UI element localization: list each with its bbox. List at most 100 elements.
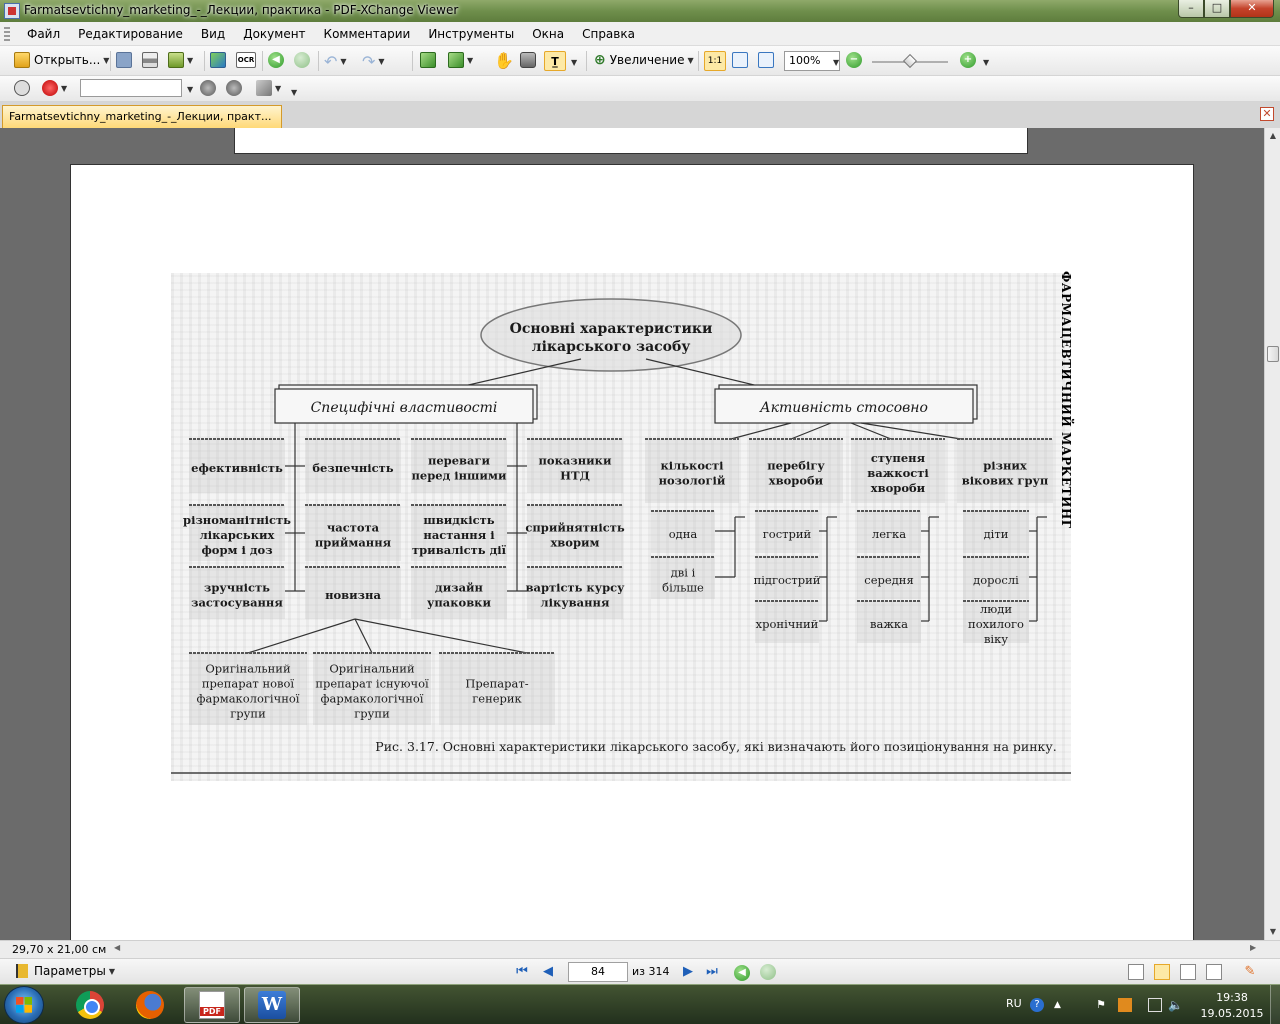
start-button[interactable]: [4, 986, 44, 1024]
search-input[interactable]: [80, 79, 182, 97]
chevron-down-icon: ▼: [833, 58, 840, 67]
first-page-button[interactable]: ⏮: [514, 964, 530, 980]
scrollbar-thumb[interactable]: [1267, 346, 1279, 362]
continuous-view-button[interactable]: [1154, 964, 1170, 980]
stamp-button[interactable]: ▼: [42, 80, 67, 96]
zoom-slider-thumb[interactable]: [902, 53, 918, 69]
export-button[interactable]: [210, 52, 226, 68]
open-button[interactable]: Открыть... ▼: [14, 52, 109, 68]
select-text-button[interactable]: T̲: [544, 51, 566, 71]
menu-windows[interactable]: Окна: [523, 27, 573, 41]
tray-expand-icon[interactable]: ▲: [1054, 998, 1068, 1012]
zoom-out-button[interactable]: −: [846, 52, 862, 68]
taskbar-word[interactable]: W: [244, 987, 300, 1023]
highlight-button[interactable]: ▼: [256, 80, 281, 96]
zoom-in-button[interactable]: +: [960, 52, 976, 68]
menu-tools[interactable]: Инструменты: [419, 27, 523, 41]
tools-more-button[interactable]: ▼: [568, 58, 577, 67]
redo-icon: ↷: [362, 52, 376, 71]
actual-size-button[interactable]: 1:1: [704, 51, 726, 71]
zoom-level-dropdown[interactable]: ▼: [830, 58, 839, 67]
scroll-up-icon[interactable]: ▲: [1265, 128, 1280, 144]
fit-page-button[interactable]: [732, 52, 748, 68]
arrow-left-icon: ◀: [734, 965, 750, 981]
menu-document[interactable]: Документ: [234, 27, 314, 41]
minimize-button[interactable]: –: [1178, 0, 1204, 18]
menu-grip[interactable]: [4, 26, 10, 41]
menu-comments[interactable]: Комментарии: [315, 27, 420, 41]
scroll-right-icon[interactable]: ▶: [1250, 943, 1256, 952]
paint-icon: ✎: [1244, 964, 1256, 979]
show-desktop-button[interactable]: [1270, 985, 1280, 1024]
taskbar-chrome[interactable]: [62, 987, 118, 1023]
document-tab[interactable]: Farmatsevtichny_marketing_-_Лекции, прак…: [2, 105, 282, 128]
history-back-button[interactable]: ◀: [734, 964, 750, 981]
rotate-button[interactable]: [420, 52, 436, 68]
ocr-button[interactable]: OCR: [236, 52, 256, 68]
redo-button[interactable]: ↷ ▼: [362, 52, 385, 71]
snapshot-button[interactable]: [520, 52, 536, 68]
zoom-tool-button[interactable]: ⊕ Увеличение ▼: [594, 52, 694, 68]
language-indicator[interactable]: RU: [1006, 997, 1022, 1010]
scroll-down-icon[interactable]: ▼: [1265, 924, 1280, 940]
right-item-c4-r2: дорослі: [973, 573, 1019, 587]
find-next-button[interactable]: [226, 80, 242, 96]
scan-button[interactable]: ▼: [168, 52, 193, 68]
zoom-slider-track[interactable]: [872, 53, 948, 69]
find-previous-button[interactable]: [200, 80, 216, 96]
vertical-scrollbar[interactable]: ▲ ▼: [1264, 128, 1280, 940]
menu-view[interactable]: Вид: [192, 27, 234, 41]
toolbar2-overflow-button[interactable]: ▼: [288, 88, 297, 97]
right-item-c4-r1: діти: [984, 527, 1009, 541]
maximize-button[interactable]: □: [1204, 0, 1230, 18]
close-tab-button[interactable]: ✕: [1260, 107, 1274, 121]
left-cell-r2-c3: швидкість настання і тривалість дії: [412, 513, 507, 557]
next-page-button[interactable]: ▶: [680, 964, 696, 980]
taskbar-firefox[interactable]: [122, 987, 178, 1023]
print-button[interactable]: [142, 52, 158, 68]
close-button[interactable]: ✕: [1230, 0, 1274, 18]
parameters-button[interactable]: Параметры ▼: [16, 964, 115, 978]
first-page-icon: ⏮: [516, 964, 528, 979]
chevron-down-icon: ▼: [187, 85, 194, 94]
network-icon[interactable]: [1148, 998, 1162, 1012]
help-icon[interactable]: ?: [1030, 998, 1044, 1012]
menu-edit[interactable]: Редактирование: [69, 27, 192, 41]
scroll-left-icon[interactable]: ◀: [114, 943, 120, 952]
flag-icon[interactable]: ⚑: [1096, 998, 1110, 1012]
page-number-input[interactable]: 84: [568, 962, 628, 982]
menu-file[interactable]: Файл: [18, 27, 69, 41]
search-dropdown[interactable]: ▼: [184, 85, 193, 94]
facing-view-button[interactable]: [1180, 964, 1196, 980]
pdf-icon: PDF: [199, 991, 225, 1019]
menu-help[interactable]: Справка: [573, 27, 644, 41]
view-options-button[interactable]: ✎: [1242, 964, 1258, 980]
forward-button[interactable]: [294, 52, 310, 68]
save-button[interactable]: [116, 52, 132, 68]
hand-tool-button[interactable]: ✋: [494, 51, 514, 70]
back-button[interactable]: ◀: [268, 52, 284, 68]
history-forward-button[interactable]: [760, 964, 776, 980]
chevron-down-icon: ▼: [61, 83, 68, 93]
document-viewport[interactable]: Основні характеристики лікарського засобу…: [0, 128, 1264, 940]
save-icon: [116, 52, 132, 68]
single-page-view-button[interactable]: [1128, 964, 1144, 980]
menu-bar: Файл Редактирование Вид Документ Коммент…: [0, 22, 1280, 46]
volume-icon[interactable]: 🔈: [1168, 998, 1183, 1012]
clock-date[interactable]: 19.05.2015: [1196, 1007, 1268, 1020]
left-cell-r3-c3: дизайн упаковки: [427, 581, 492, 610]
view-options-button[interactable]: [14, 80, 30, 96]
pdf-xchange-app-icon[interactable]: [4, 3, 20, 19]
tray-app-icon[interactable]: [1118, 998, 1132, 1012]
document-tab-bar: Farmatsevtichny_marketing_-_Лекции, прак…: [0, 102, 1280, 128]
clock-time[interactable]: 19:38: [1200, 991, 1264, 1004]
continuous-facing-view-button[interactable]: [1206, 964, 1222, 980]
page-tools-button[interactable]: ▼: [448, 52, 473, 68]
positioning-diagram: Основні характеристики лікарського засобу…: [171, 298, 1071, 774]
toolbar-overflow-button[interactable]: ▼: [980, 58, 989, 67]
fit-width-button[interactable]: [758, 52, 774, 68]
last-page-button[interactable]: ⏭: [704, 964, 720, 980]
taskbar-pdf-viewer[interactable]: PDF: [184, 987, 240, 1023]
undo-button[interactable]: ↶ ▼: [324, 52, 347, 71]
previous-page-button[interactable]: ◀: [540, 964, 556, 980]
